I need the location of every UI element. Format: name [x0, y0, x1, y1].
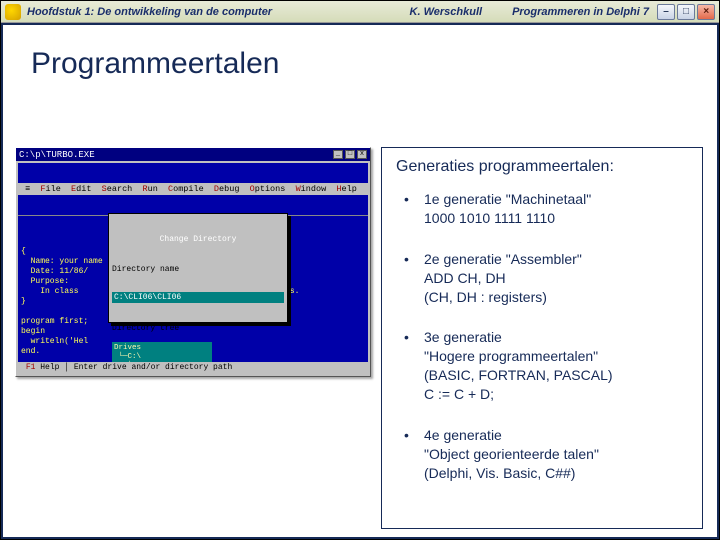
tp-directory-name-field[interactable]: C:\CLI06\CLI06 [112, 292, 284, 303]
gen3-title: 3e generatie [424, 329, 502, 345]
list-item: 1e generatie "Machinetaal" 1000 1010 111… [396, 190, 688, 228]
app-window: Hoofdstuk 1: De ontwikkeling van de comp… [0, 0, 720, 540]
maximize-button[interactable]: □ [677, 4, 695, 20]
author-label: K. Werschkull [410, 6, 483, 18]
list-item: 3e generatie "Hogere programmeertalen" (… [396, 328, 688, 404]
gen1-example: 1000 1010 1111 1110 [424, 210, 555, 226]
gen2-example: ADD CH, DH [424, 270, 506, 286]
minimize-button[interactable]: – [657, 4, 675, 20]
tp-window-title: C:\p\TURBO.EXE [19, 150, 95, 160]
gen3-note: (BASIC, FORTRAN, PASCAL) [424, 367, 613, 383]
chapter-title: Hoofdstuk 1: De ontwikkeling van de comp… [27, 6, 272, 18]
slide-content: Programmeertalen C:\p\TURBO.EXE _ □ x ≡ … [1, 23, 719, 539]
info-panel: Generaties programmeertalen: 1e generati… [381, 147, 703, 529]
tp-close-icon: x [357, 150, 367, 159]
app-icon [5, 4, 21, 20]
gen2-title: 2e generatie "Assembler" [424, 251, 582, 267]
list-item: 4e generatie "Object georienteerde talen… [396, 426, 688, 483]
course-label: Programmeren in Delphi 7 [512, 6, 649, 18]
gen4-note: (Delphi, Vis. Basic, C##) [424, 465, 575, 481]
gen2-note: (CH, DH : registers) [424, 289, 547, 305]
tp-menubar: ≡ File Edit Search Run Compile Debug Opt… [18, 183, 368, 195]
close-button[interactable]: × [697, 4, 715, 20]
gen3-example: C := C + D; [424, 386, 494, 402]
gen3-sub: "Hogere programmeertalen" [424, 348, 598, 364]
generation-list: 1e generatie "Machinetaal" 1000 1010 111… [396, 190, 688, 483]
page-title: Programmeertalen [31, 47, 717, 81]
gen4-title: 4e generatie [424, 427, 502, 443]
tp-change-directory-dialog: Change Directory Directory name C:\CLI06… [108, 213, 288, 323]
titlebar: Hoofdstuk 1: De ontwikkeling van de comp… [1, 1, 719, 23]
tp-dialog-title: Change Directory [112, 235, 284, 244]
window-controls: – □ × [657, 4, 715, 20]
panel-heading: Generaties programmeertalen: [396, 158, 688, 176]
tp-dialog-tree-label: Directory tree [112, 324, 284, 333]
tp-maximize-icon: □ [345, 150, 355, 159]
tp-window-titlebar: C:\p\TURBO.EXE _ □ x [16, 148, 370, 161]
tp-dialog-field-label: Directory name [112, 265, 284, 274]
tp-minimize-icon: _ [333, 150, 343, 159]
list-item: 2e generatie "Assembler" ADD CH, DH (CH,… [396, 250, 688, 307]
tp-dos-screen: ≡ File Edit Search Run Compile Debug Opt… [18, 163, 368, 373]
turbo-pascal-screenshot: C:\p\TURBO.EXE _ □ x ≡ File Edit Search … [15, 147, 371, 377]
tp-statusbar: F1 Help │ Enter drive and/or directory p… [18, 362, 368, 373]
gen1-title: 1e generatie "Machinetaal" [424, 191, 591, 207]
gen4-sub: "Object georienteerde talen" [424, 446, 599, 462]
